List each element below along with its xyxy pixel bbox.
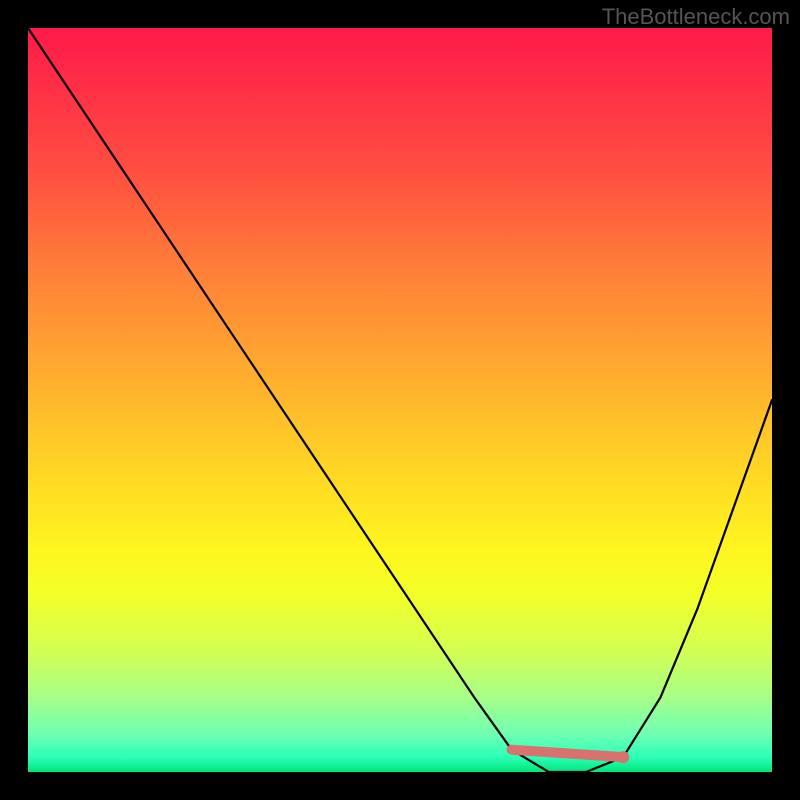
curve-svg <box>28 28 772 772</box>
curve-marker <box>617 751 629 763</box>
bottleneck-curve-path <box>28 28 772 772</box>
chart-area <box>28 28 772 772</box>
flat-region-overlay <box>512 750 624 757</box>
watermark-text: TheBottleneck.com <box>602 4 790 30</box>
